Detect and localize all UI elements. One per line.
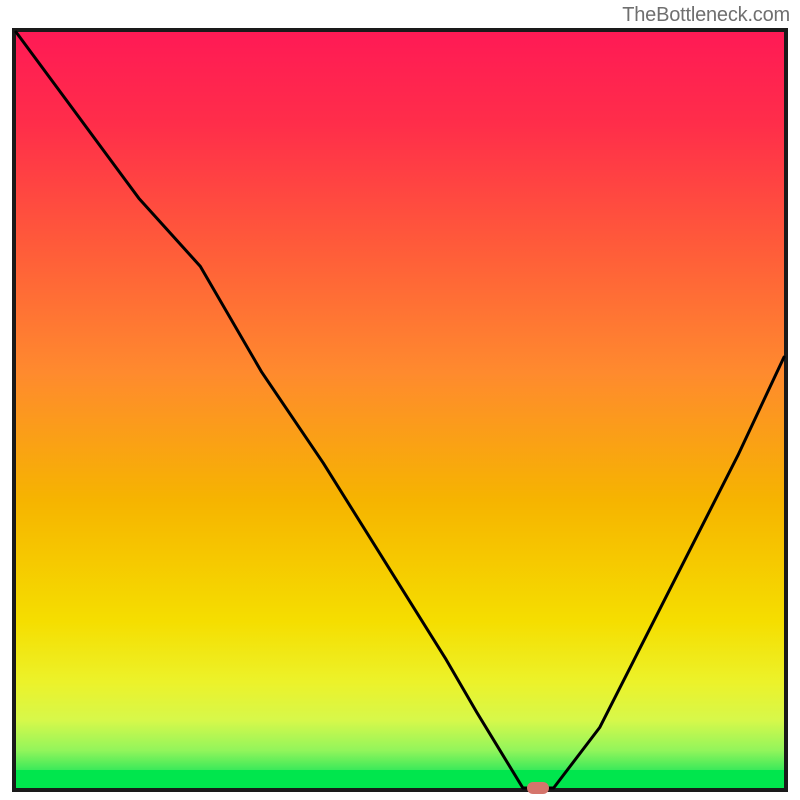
- chart-container: TheBottleneck.com: [0, 0, 800, 800]
- optimal-band: [16, 770, 784, 788]
- source-attribution: TheBottleneck.com: [622, 4, 790, 27]
- bottleneck-chart: [12, 28, 788, 792]
- heat-background: [16, 32, 784, 788]
- current-config-marker: [527, 782, 549, 794]
